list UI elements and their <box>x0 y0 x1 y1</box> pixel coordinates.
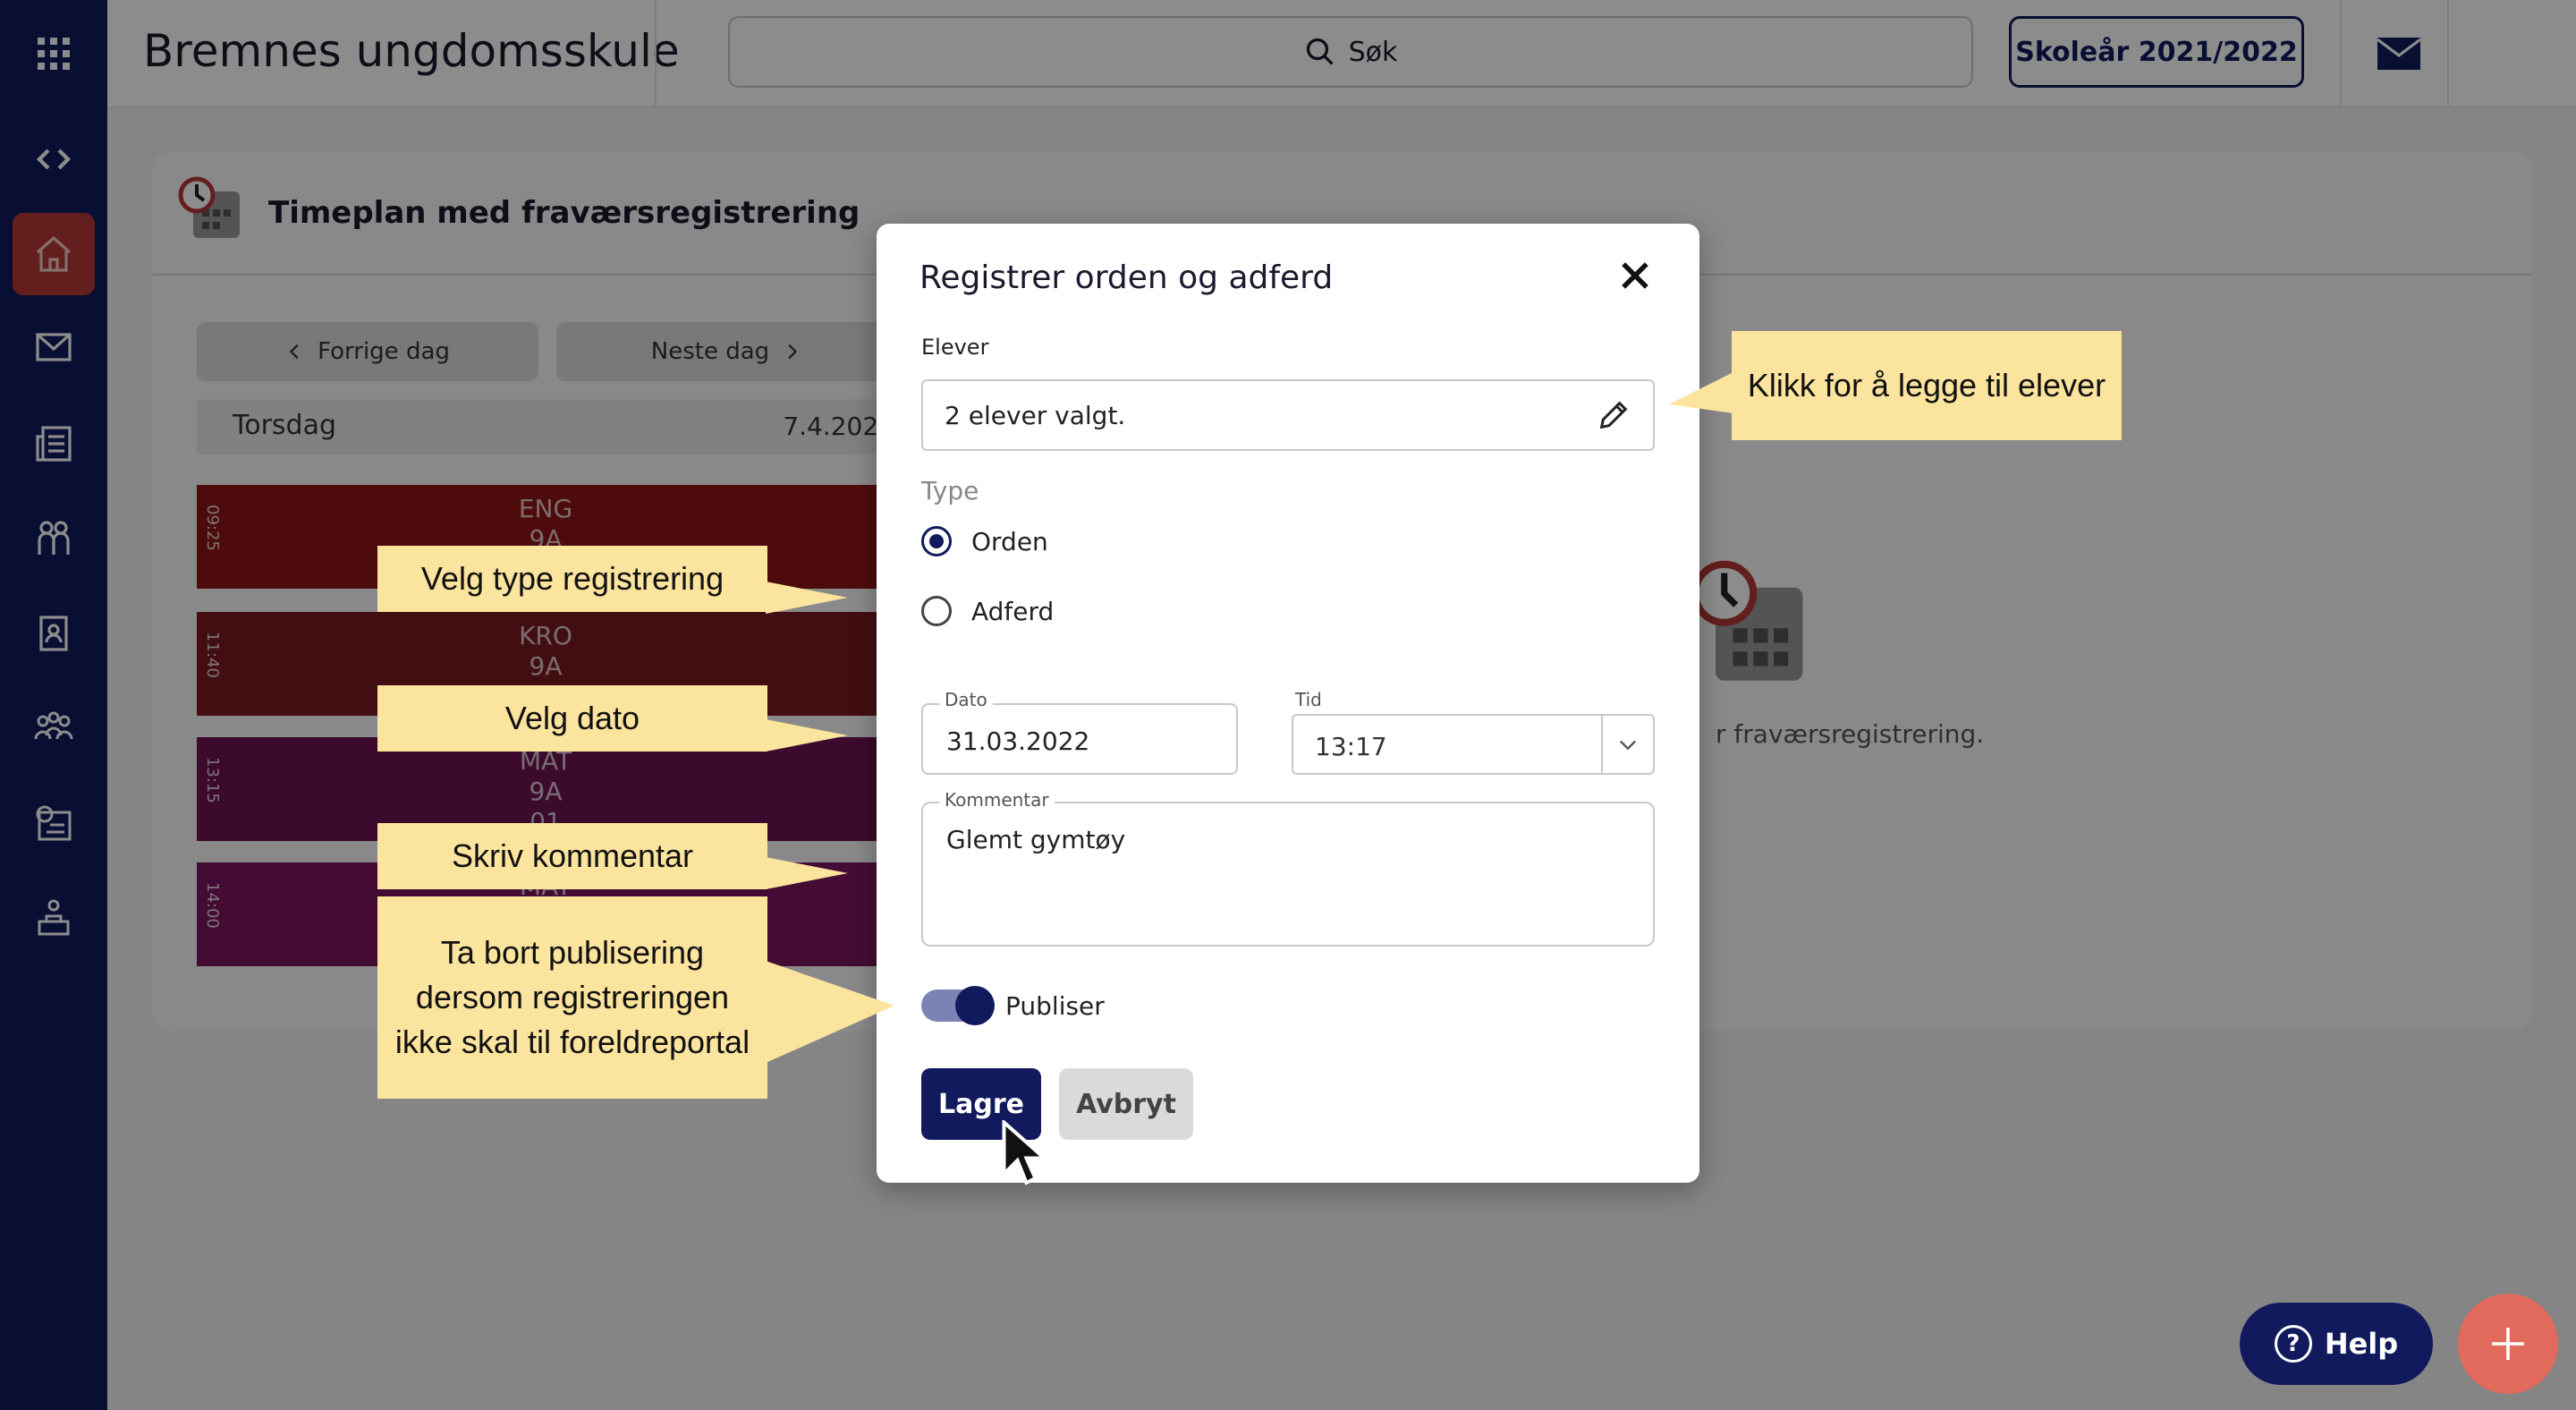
callout-pointer-dato <box>766 719 848 752</box>
question-icon: ? <box>2274 1325 2312 1363</box>
add-fab-button[interactable] <box>2458 1294 2558 1394</box>
callout-publiser: Ta bort publisering dersom registreringe… <box>377 896 767 1099</box>
callout-pointer-publiser <box>766 961 894 1063</box>
plus-icon <box>2492 1328 2524 1360</box>
callout-elever: Klikk for å legge til elever <box>1732 331 2122 440</box>
callout-type: Velg type registrering <box>377 546 767 612</box>
callout-kommentar: Skriv kommentar <box>377 823 767 889</box>
callout-pointer-kommentar <box>766 857 848 889</box>
callout-dato: Velg dato <box>377 685 767 752</box>
callout-pointer-type <box>766 582 848 614</box>
callout-pointer-elever <box>1669 372 1733 413</box>
help-button[interactable]: ? Help <box>2240 1303 2433 1385</box>
help-label: Help <box>2324 1327 2399 1361</box>
